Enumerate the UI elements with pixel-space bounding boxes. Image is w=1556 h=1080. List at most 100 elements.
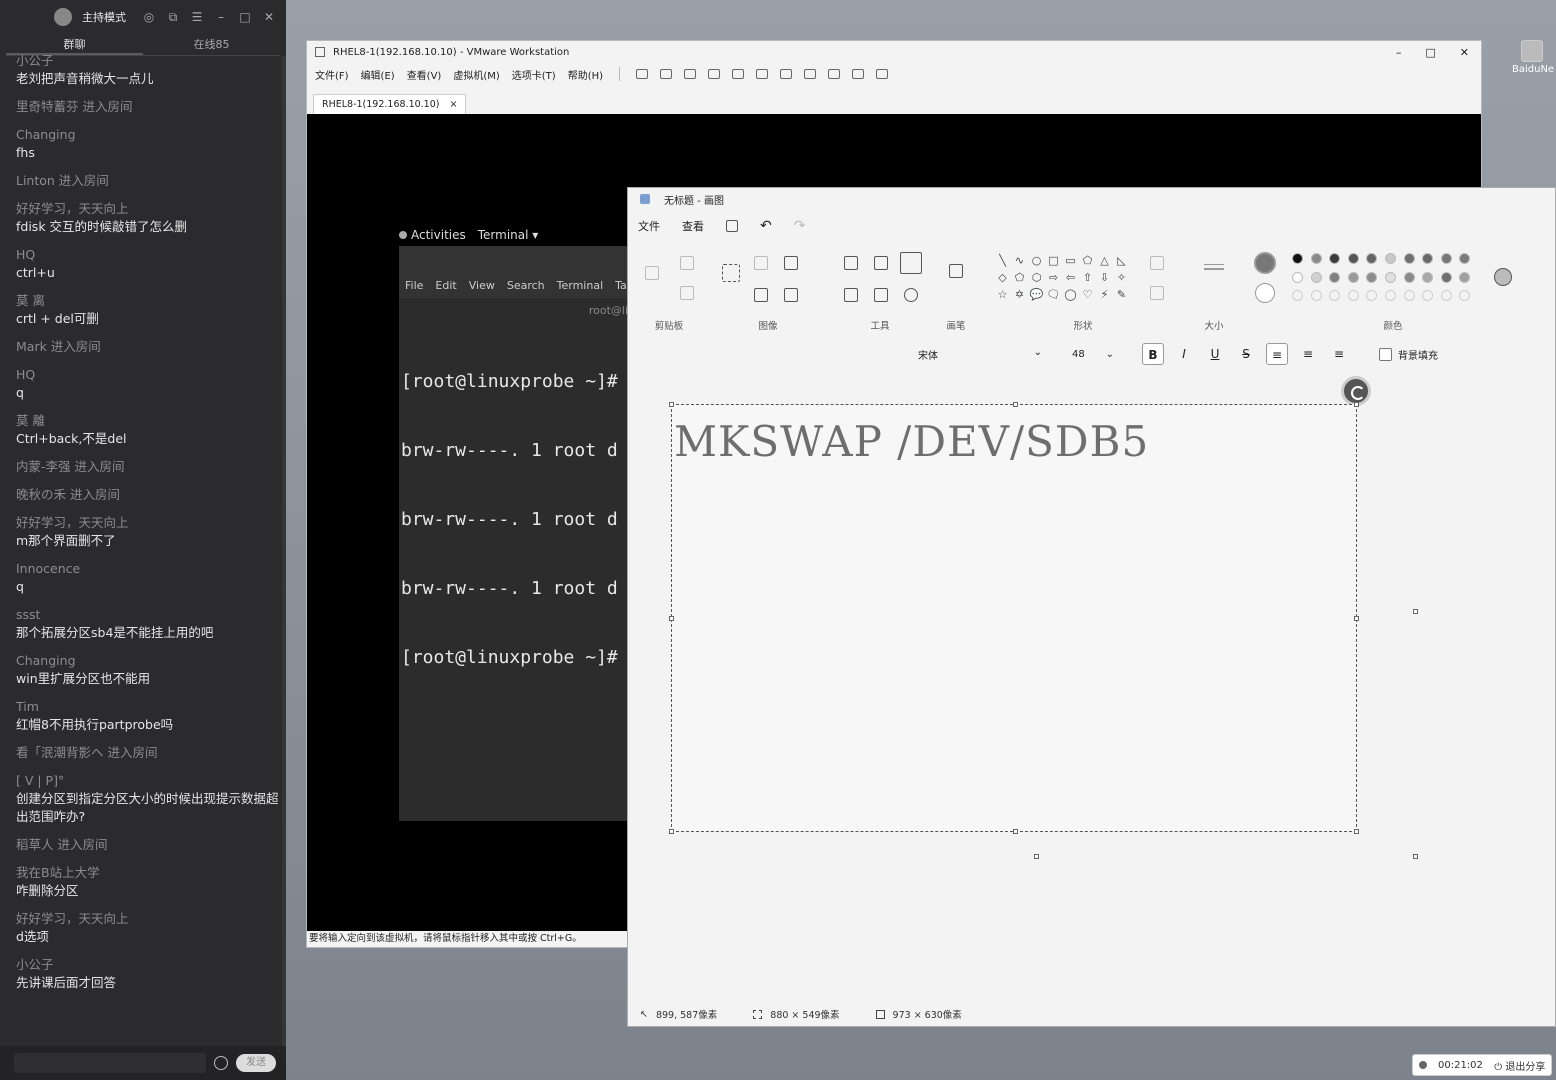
custom-color-slot[interactable]	[1329, 290, 1341, 301]
revert-snapshot-icon[interactable]	[708, 69, 721, 79]
color-swatch[interactable]	[1422, 253, 1434, 264]
color-swatch[interactable]	[1329, 253, 1341, 264]
rotate-image-icon[interactable]	[784, 256, 798, 270]
custom-color-slot[interactable]	[1422, 290, 1434, 301]
maximize-icon[interactable]: □	[238, 10, 252, 24]
send-button[interactable]: 发送	[236, 1054, 276, 1072]
shape-option-icon[interactable]: ⬠	[1079, 252, 1096, 269]
outline-icon[interactable]	[1150, 256, 1164, 270]
shape-option-icon[interactable]: ◇	[994, 269, 1011, 286]
color-swatch[interactable]	[1384, 271, 1396, 283]
exit-share-button[interactable]: ⏻ 退出分享	[1494, 1058, 1545, 1073]
shape-option-icon[interactable]: ⬠	[1011, 269, 1028, 286]
resize-handle[interactable]	[1354, 616, 1359, 621]
resize-icon[interactable]	[754, 288, 768, 302]
strikethrough-button[interactable]: S	[1235, 343, 1257, 365]
terminal-window[interactable]: File Edit View Search Terminal Tabs root…	[399, 246, 640, 821]
canvas-size-handle[interactable]	[1413, 854, 1418, 859]
snapshot-manager-icon[interactable]	[732, 69, 745, 79]
color-swatch[interactable]	[1329, 271, 1341, 283]
resize-handle[interactable]	[669, 616, 674, 621]
term-menu-file[interactable]: File	[405, 279, 423, 292]
fullscreen-icon[interactable]	[804, 69, 817, 79]
font-select[interactable]: 宋体 ⌄	[918, 347, 1048, 362]
menu-edit[interactable]: 编辑(E)	[361, 67, 395, 82]
shape-option-icon[interactable]: ✎	[1113, 286, 1130, 303]
color-picker-icon[interactable]	[874, 288, 888, 302]
shape-option-icon[interactable]: ⇦	[1062, 269, 1079, 286]
text-tool-icon[interactable]	[900, 252, 922, 274]
select-icon[interactable]	[722, 264, 740, 282]
italic-button[interactable]: I	[1173, 343, 1195, 365]
app-menu-terminal[interactable]: Terminal ▾	[478, 228, 539, 242]
color-swatch[interactable]	[1292, 271, 1303, 283]
term-menu-terminal[interactable]: Terminal	[557, 279, 604, 292]
chat-scrollbar[interactable]	[282, 56, 286, 1046]
font-size-select[interactable]: 48 ⌄	[1072, 349, 1114, 360]
stroke-size-icon[interactable]	[1204, 264, 1224, 270]
shape-option-icon[interactable]: ◺	[1113, 252, 1130, 269]
flip-icon[interactable]	[784, 288, 798, 302]
fill-shape-icon[interactable]	[1150, 286, 1164, 300]
pause-icon[interactable]	[636, 69, 649, 79]
menu-vm[interactable]: 虚拟机(M)	[453, 67, 499, 82]
shape-option-icon[interactable]: ☆	[994, 286, 1011, 303]
resize-handle[interactable]	[1354, 402, 1359, 407]
align-left-icon[interactable]: ≡	[1266, 343, 1288, 365]
library-icon[interactable]	[756, 69, 769, 79]
menu-file[interactable]: 文件(F)	[315, 67, 349, 82]
color-swatch[interactable]	[1440, 253, 1452, 264]
custom-color-slot[interactable]	[1440, 290, 1452, 301]
term-menu-search[interactable]: Search	[507, 279, 545, 292]
tab-vm[interactable]: RHEL8-1(192.168.10.10) ×	[313, 94, 467, 114]
menu-icon[interactable]: ☰	[190, 10, 204, 24]
redo-icon[interactable]: ↷	[794, 218, 806, 234]
primary-color[interactable]	[1254, 252, 1276, 274]
color-swatch[interactable]	[1366, 253, 1378, 264]
color-swatch[interactable]	[1459, 271, 1471, 283]
close-icon[interactable]: ✕	[262, 10, 276, 24]
color-swatch[interactable]	[1440, 271, 1452, 283]
menu-file[interactable]: 文件	[638, 218, 660, 234]
shape-option-icon[interactable]: ⚡	[1096, 286, 1113, 303]
cut-icon[interactable]	[680, 256, 694, 270]
shape-option-icon[interactable]: ✡	[1011, 286, 1028, 303]
stretch-icon[interactable]	[876, 69, 889, 79]
activities-button[interactable]: Activities	[399, 228, 466, 242]
shape-option-icon[interactable]: △	[1096, 252, 1113, 269]
brush-icon[interactable]	[949, 264, 963, 278]
color-swatch[interactable]	[1366, 271, 1378, 283]
resize-handle[interactable]	[1013, 829, 1018, 834]
underline-button[interactable]: U	[1204, 343, 1226, 365]
custom-color-slot[interactable]	[1310, 290, 1322, 301]
resize-handle[interactable]	[1354, 829, 1359, 834]
shape-option-icon[interactable]: 🗨	[1045, 286, 1062, 303]
unity-icon[interactable]	[828, 69, 841, 79]
custom-color-slot[interactable]	[1292, 290, 1303, 301]
shape-option-icon[interactable]: ∿	[1011, 252, 1028, 269]
save-icon[interactable]	[726, 220, 738, 232]
shape-option-icon[interactable]: ⇨	[1045, 269, 1062, 286]
custom-color-slot[interactable]	[1366, 290, 1378, 301]
minimize-icon[interactable]: –	[1396, 46, 1402, 59]
settings-icon[interactable]: ◎	[142, 10, 156, 24]
resize-handle[interactable]	[1013, 402, 1018, 407]
color-swatch[interactable]	[1347, 271, 1359, 283]
custom-color-slot[interactable]	[1459, 290, 1471, 301]
shape-option-icon[interactable]: ⬡	[1028, 269, 1045, 286]
color-swatch[interactable]	[1403, 253, 1415, 264]
shape-option-icon[interactable]: ◯	[1062, 286, 1079, 303]
shape-option-icon[interactable]: 💬	[1028, 286, 1045, 303]
thumbnail-icon[interactable]	[780, 69, 793, 79]
popout-icon[interactable]: ⧉	[166, 10, 180, 25]
canvas-size-handle[interactable]	[1413, 609, 1418, 614]
canvas-size-handle[interactable]	[1034, 854, 1039, 859]
background-fill-checkbox[interactable]	[1379, 347, 1392, 361]
close-tab-icon[interactable]: ×	[449, 99, 457, 110]
color-swatch[interactable]	[1422, 271, 1434, 283]
console-icon[interactable]	[852, 69, 865, 79]
resize-handle[interactable]	[669, 829, 674, 834]
custom-color-slot[interactable]	[1403, 290, 1415, 301]
pencil-icon[interactable]	[844, 256, 858, 270]
undo-icon[interactable]: ↶	[760, 218, 772, 234]
